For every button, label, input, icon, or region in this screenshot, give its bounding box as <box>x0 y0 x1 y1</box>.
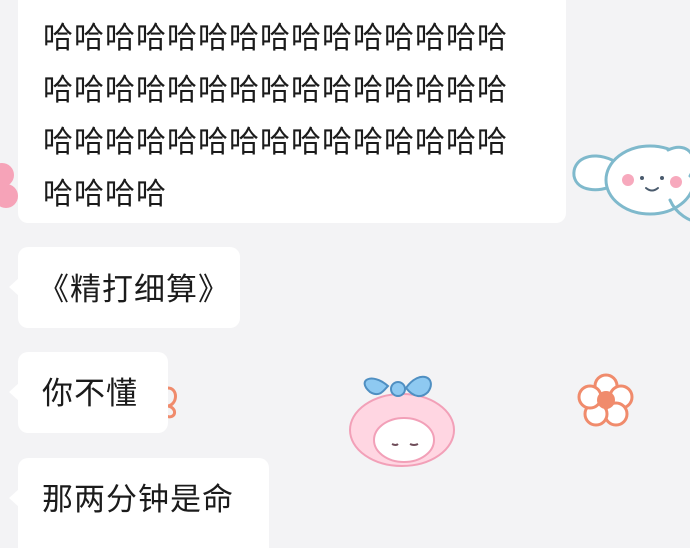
message-text: 那两分钟是命 <box>42 482 234 518</box>
message-bubble[interactable]: 《精打细算》 <box>9 247 240 328</box>
message-bubble[interactable]: 你不懂 <box>9 352 168 433</box>
message-text-line: 哈哈哈哈哈哈哈哈哈哈哈哈哈哈哈 <box>43 21 508 56</box>
message-bubble-laughter[interactable]: 哈哈哈哈哈哈哈哈哈哈哈哈哈哈哈 哈哈哈哈哈哈哈哈哈哈哈哈哈哈哈 哈哈哈哈哈哈哈哈… <box>18 0 566 223</box>
message-text-line: 哈哈哈哈哈哈哈哈哈哈哈哈哈哈哈 <box>43 125 508 160</box>
my-melody-sticker <box>349 375 455 467</box>
flower-icon <box>0 163 18 208</box>
message-bubble[interactable]: 那两分钟是命 <box>9 458 269 548</box>
cinnamoroll-sticker <box>572 144 690 222</box>
flower-icon <box>577 373 634 427</box>
message-text: 《精打细算》 <box>38 272 230 308</box>
message-text-line: 哈哈哈哈哈哈哈哈哈哈哈哈哈哈哈 <box>43 73 508 108</box>
message-text: 你不懂 <box>42 376 138 412</box>
message-text-line: 哈哈哈哈 <box>43 177 167 212</box>
